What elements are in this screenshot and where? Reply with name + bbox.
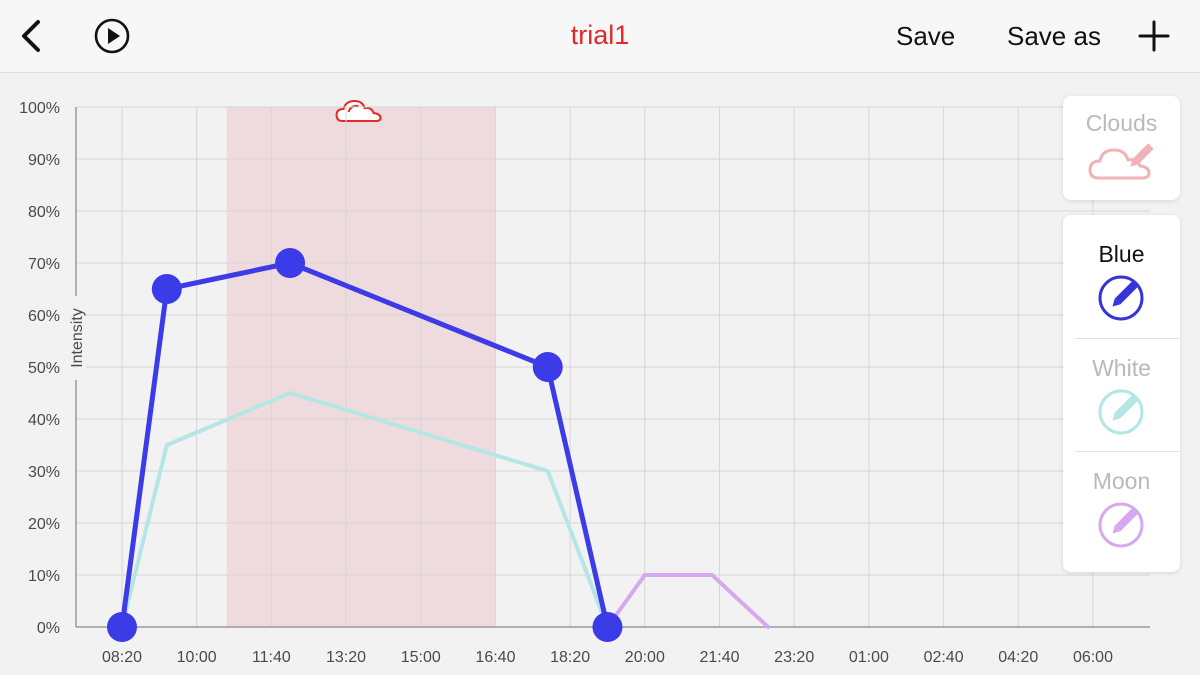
x-tick-label: 02:40 [924, 649, 964, 666]
y-tick-label: 40% [28, 412, 60, 429]
y-tick-label: 60% [28, 308, 60, 325]
y-tick-label: 30% [28, 464, 60, 481]
x-tick-label: 06:00 [1073, 649, 1113, 666]
channels-panel: Blue White Moon [1063, 215, 1180, 572]
x-tick-label: 23:20 [774, 649, 814, 666]
play-circle-icon [94, 18, 130, 54]
x-tick-label: 13:20 [326, 649, 366, 666]
pencil-circle-icon [1098, 275, 1144, 321]
x-tick-label: 15:00 [401, 649, 441, 666]
save-button[interactable]: Save [896, 21, 955, 52]
series-point-blue [532, 352, 563, 382]
y-tick-label: 90% [28, 152, 60, 169]
pencil-circle-icon [1098, 502, 1144, 548]
y-axis-title-group: Intensity [66, 296, 86, 380]
x-tick-label: 21:40 [699, 649, 739, 666]
x-tick-label: 08:20 [102, 649, 142, 666]
y-tick-label: 20% [28, 516, 60, 533]
y-axis-title: Intensity [69, 308, 86, 368]
cloud-edit-icon [1088, 143, 1154, 180]
x-tick-label: 18:20 [550, 649, 590, 666]
x-tick-label: 20:00 [625, 649, 665, 666]
series-point-blue [275, 248, 306, 278]
back-button[interactable] [14, 18, 50, 54]
add-button[interactable] [1136, 18, 1172, 54]
series-point-blue [107, 612, 137, 642]
clouds-label: Clouds [1085, 110, 1158, 136]
y-tick-label: 10% [28, 568, 60, 585]
page-title: trial1 [570, 20, 630, 50]
y-tick-label: 80% [28, 204, 60, 221]
channel-moon-label: Moon [1092, 468, 1151, 494]
save-as-button[interactable]: Save as [1007, 21, 1101, 52]
pencil-circle-icon [1098, 389, 1144, 435]
chevron-left-icon [22, 20, 40, 52]
play-button[interactable] [94, 18, 130, 54]
plus-icon [1138, 20, 1170, 52]
series-line-moon [605, 573, 771, 629]
y-tick-label: 100% [19, 100, 60, 117]
y-tick-label: 70% [28, 256, 60, 273]
channel-moon[interactable]: Moon [1063, 442, 1180, 554]
x-tick-label: 04:20 [998, 649, 1038, 666]
channel-blue[interactable]: Blue [1063, 215, 1180, 327]
channel-blue-label: Blue [1098, 241, 1145, 267]
clouds-panel[interactable]: Clouds [1063, 96, 1180, 200]
top-bar: trial1 Save Save as [0, 0, 1200, 73]
x-tick-label: 16:40 [475, 649, 515, 666]
y-tick-label: 0% [37, 620, 60, 637]
x-tick-label: 10:00 [177, 649, 217, 666]
series-point-blue [592, 612, 623, 642]
y-tick-label: 50% [28, 360, 60, 377]
x-tick-label: 01:00 [849, 649, 889, 666]
channel-white-label: White [1092, 355, 1151, 381]
series-point-blue [151, 274, 182, 304]
channel-white[interactable]: White [1063, 329, 1180, 441]
x-tick-label: 11:40 [252, 649, 291, 666]
intensity-chart[interactable]: 0% 10% 20% 30% 40% 50% 60% 70% 80% 90% 100% 08:20 10… [0, 73, 1200, 675]
